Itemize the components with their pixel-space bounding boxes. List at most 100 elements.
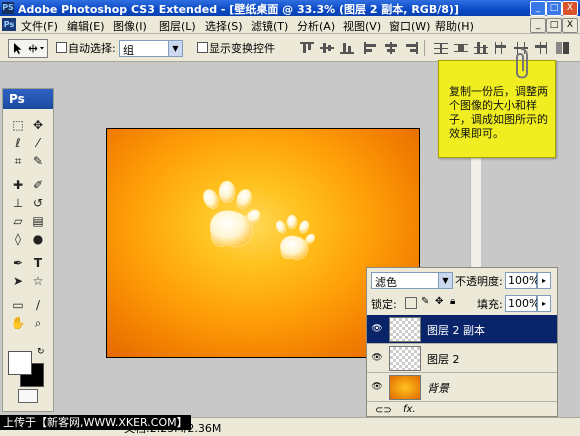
- close-button[interactable]: X: [562, 1, 578, 16]
- lock-position-icon[interactable]: ✥: [435, 296, 443, 307]
- upload-caption: 上传于【新客网,WWW.XKER.COM】: [0, 415, 191, 430]
- layer-style-icon[interactable]: fx.: [403, 404, 416, 415]
- doc-close-button[interactable]: X: [562, 18, 578, 33]
- menu-bar: Ps 文件(F) 编辑(E) 图像(I) 图层(L) 选择(S) 滤镜(T) 分…: [0, 16, 580, 34]
- window-title: Adobe Photoshop CS3 Extended - [壁纸桌面 @ 3…: [18, 3, 459, 16]
- auto-align-icon[interactable]: [556, 42, 570, 54]
- ps-menu-icon[interactable]: Ps: [2, 18, 16, 31]
- layer-name: 图层 2 副本: [427, 324, 485, 337]
- magic-wand-icon[interactable]: ⁄: [30, 135, 46, 151]
- eraser-icon[interactable]: ▱: [10, 213, 26, 229]
- layer-thumbnail: [389, 317, 421, 342]
- shape-icon[interactable]: ☆: [30, 273, 46, 289]
- lock-pixels-icon[interactable]: ✎: [421, 296, 429, 307]
- layer-name: 背景: [427, 382, 449, 395]
- toolbox-header: Ps: [3, 89, 53, 109]
- opacity-input[interactable]: 100%: [505, 272, 540, 289]
- options-divider: [424, 40, 425, 56]
- align-top-icon[interactable]: [300, 42, 314, 54]
- dodge-icon[interactable]: ●: [30, 231, 46, 247]
- blend-mode-dropdown[interactable]: 滤色 ▼: [371, 272, 453, 289]
- small-paw-icon: [275, 214, 315, 260]
- menu-view[interactable]: 视图(V): [343, 18, 381, 34]
- fill-value: 100%: [508, 297, 540, 310]
- app-icon: PS: [2, 2, 14, 14]
- maximize-button[interactable]: □: [546, 1, 562, 16]
- notes-icon[interactable]: ▭: [10, 297, 26, 313]
- foreground-color-swatch[interactable]: [8, 351, 32, 375]
- lasso-icon[interactable]: ℓ: [10, 135, 26, 151]
- link-layers-icon[interactable]: ⊂⊃: [375, 405, 392, 416]
- layers-panel: 滤色 ▼ 不透明度: 100% ▸ 锁定: ✎ ✥ 🔒︎ 填充: 100% ▸ …: [366, 267, 558, 417]
- menu-file[interactable]: 文件(F): [21, 18, 58, 34]
- layer-thumbnail: [389, 375, 421, 400]
- align-bottom-icon[interactable]: [340, 42, 354, 54]
- hand-icon[interactable]: ✋: [10, 315, 26, 331]
- move-icon[interactable]: ✥: [30, 117, 46, 133]
- layer-name: 图层 2: [427, 353, 460, 366]
- gradient-icon[interactable]: ▤: [30, 213, 46, 229]
- opacity-label: 不透明度:: [455, 275, 503, 288]
- minimize-button[interactable]: _: [530, 1, 546, 16]
- annotation-note: 复制一份后，调整两个图像的大小和样子，调成如图所示的效果即可。: [438, 48, 556, 158]
- lock-transparent-icon[interactable]: [405, 297, 417, 309]
- distribute-left-icon[interactable]: [494, 42, 508, 54]
- fill-input[interactable]: 100%: [505, 295, 540, 312]
- menu-help[interactable]: 帮助(H): [435, 18, 474, 34]
- opacity-value: 100%: [508, 274, 540, 287]
- distribute-top-icon[interactable]: [434, 42, 448, 54]
- auto-select-checkbox[interactable]: [56, 42, 67, 53]
- auto-select-dropdown[interactable]: 组 ▼: [119, 40, 183, 57]
- doc-restore-button[interactable]: □: [546, 18, 562, 33]
- visibility-eye-icon[interactable]: 👁︎: [371, 323, 383, 335]
- options-bar: 自动选择: 组 ▼ 显示变换控件: [0, 34, 580, 62]
- menu-window[interactable]: 窗口(W): [389, 18, 430, 34]
- auto-select-label: 自动选择:: [68, 42, 116, 55]
- tool-preset-picker[interactable]: [8, 39, 48, 58]
- chevron-down-icon: ▼: [168, 41, 182, 56]
- menu-edit[interactable]: 编辑(E): [67, 18, 105, 34]
- align-hcenter-icon[interactable]: [384, 42, 398, 54]
- stamp-icon[interactable]: ⊥: [10, 195, 26, 211]
- auto-select-value: 组: [123, 44, 134, 57]
- lock-all-icon[interactable]: 🔒︎: [450, 296, 455, 307]
- eyedropper-icon[interactable]: ∕: [30, 297, 46, 313]
- healing-icon[interactable]: ✚: [10, 177, 26, 193]
- doc-minimize-button[interactable]: _: [530, 18, 546, 33]
- distribute-vcenter-icon[interactable]: [454, 42, 468, 54]
- crop-icon[interactable]: ⌗: [10, 153, 26, 169]
- quick-mask-icon[interactable]: [18, 389, 38, 403]
- distribute-right-icon[interactable]: [534, 42, 548, 54]
- fill-slider-toggle-icon[interactable]: ▸: [537, 295, 551, 312]
- align-right-icon[interactable]: [404, 42, 418, 54]
- pen-icon[interactable]: ✒: [10, 255, 26, 271]
- menu-filter[interactable]: 滤镜(T): [251, 18, 288, 34]
- menu-layer[interactable]: 图层(L): [159, 18, 196, 34]
- menu-analysis[interactable]: 分析(A): [297, 18, 335, 34]
- history-brush-icon[interactable]: ↺: [30, 195, 46, 211]
- paperclip-icon: [516, 48, 528, 79]
- slice-icon[interactable]: ✎: [30, 153, 46, 169]
- visibility-eye-icon[interactable]: 👁︎: [371, 352, 383, 364]
- layer-row[interactable]: 👁︎ 图层 2: [367, 344, 557, 373]
- opacity-slider-toggle-icon[interactable]: ▸: [537, 272, 551, 289]
- zoom-icon[interactable]: ⌕: [30, 315, 46, 331]
- layer-row[interactable]: 👁︎ 图层 2 副本: [367, 315, 557, 344]
- swap-colors-icon[interactable]: ↻: [37, 347, 45, 357]
- distribute-bottom-icon[interactable]: [474, 42, 488, 54]
- chevron-down-icon: ▼: [438, 273, 452, 288]
- blur-icon[interactable]: ◊: [10, 231, 26, 247]
- align-vcenter-icon[interactable]: [320, 42, 334, 54]
- visibility-eye-icon[interactable]: 👁︎: [371, 381, 383, 393]
- align-left-icon[interactable]: [364, 42, 378, 54]
- menu-select[interactable]: 选择(S): [205, 18, 243, 34]
- menu-image[interactable]: 图像(I): [113, 18, 147, 34]
- marquee-icon[interactable]: ⬚: [10, 117, 26, 133]
- layer-thumbnail: [389, 346, 421, 371]
- path-select-icon[interactable]: ➤: [10, 273, 26, 289]
- brush-icon[interactable]: ✐: [30, 177, 46, 193]
- layer-row[interactable]: 👁︎ 背景: [367, 373, 557, 402]
- type-icon[interactable]: T: [30, 255, 46, 271]
- show-transform-checkbox[interactable]: [197, 42, 208, 53]
- title-bar: PS Adobe Photoshop CS3 Extended - [壁纸桌面 …: [0, 0, 580, 16]
